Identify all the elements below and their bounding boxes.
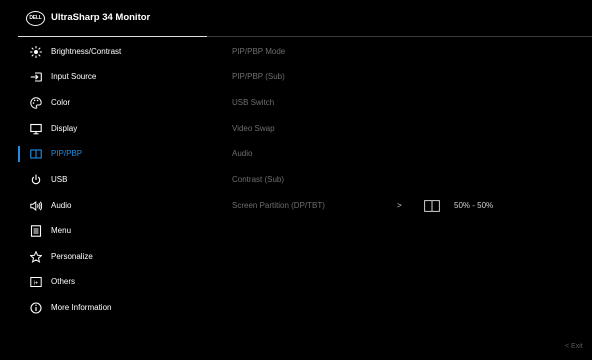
menu-icon [30,225,42,237]
menu-item-menu[interactable]: Menu [0,221,210,241]
menu-item-label: Menu [51,226,72,235]
osd-header: DELL UltraSharp 34 Monitor [0,0,592,36]
screen-partition-value: 50% - 50% [454,201,494,210]
submenu-item-pip-pbp-sub[interactable]: PIP/PBP (Sub) [232,67,592,87]
pip-pbp-icon [30,148,42,160]
menu-item-label: Input Source [51,72,97,81]
header-divider-right [207,36,592,37]
menu-item-color[interactable]: Color [0,93,210,113]
menu-item-label: More Information [51,303,112,312]
menu-item-pip-pbp[interactable]: PIP/PBP [0,144,210,164]
submenu-item-label: Contrast (Sub) [232,175,285,184]
submenu-item-label: Audio [232,149,253,158]
display-icon [30,123,42,135]
usb-icon [30,174,42,186]
menu-item-label: Audio [51,201,72,210]
svg-text:i+: i+ [34,281,38,287]
dell-logo: DELL [26,11,45,26]
header-divider-left [18,36,207,37]
input-source-icon [30,71,42,83]
menu-item-label: Others [51,277,76,286]
menu-item-label: Brightness/Contrast [51,47,122,56]
palette-icon [30,97,42,109]
menu-item-usb[interactable]: USB [0,170,210,190]
submenu-item-video-swap[interactable]: Video Swap [232,119,592,139]
submenu-item-pip-pbp-mode[interactable]: PIP/PBP Mode [232,42,592,62]
submenu-item-screen-partition[interactable]: Screen Partition (DP/TBT) > 50% - 50% [232,196,592,216]
monitor-title: UltraSharp 34 Monitor [51,12,151,23]
submenu-item-label: Video Swap [232,124,275,133]
menu-item-display[interactable]: Display [0,119,210,139]
menu-item-label: Color [51,98,71,107]
menu-item-label: Personalize [51,252,93,261]
others-icon: i+ [30,276,42,288]
star-icon [30,251,42,263]
menu-item-label: USB [51,175,68,184]
submenu-item-label: Screen Partition (DP/TBT) [232,201,325,210]
submenu-item-contrast-sub[interactable]: Contrast (Sub) [232,170,592,190]
menu-item-label: PIP/PBP [51,149,83,158]
menu-item-others[interactable]: i+ Others [0,272,210,292]
menu-item-personalize[interactable]: Personalize [0,247,210,267]
sun-icon [30,46,42,58]
submenu-item-label: USB Switch [232,98,275,107]
menu-item-input-source[interactable]: Input Source [0,67,210,87]
submenu-item-audio[interactable]: Audio [232,144,592,164]
speaker-icon [30,200,42,212]
split-screen-icon [424,200,440,212]
active-indicator [18,146,20,162]
menu-item-more-information[interactable]: More Information [0,298,210,318]
exit-button[interactable]: < Exit [565,342,583,352]
chevron-right-icon: > [397,201,402,210]
submenu-item-label: PIP/PBP Mode [232,47,286,56]
info-icon [30,302,42,314]
submenu-item-label: PIP/PBP (Sub) [232,72,285,81]
menu-item-brightness-contrast[interactable]: Brightness/Contrast [0,42,210,62]
submenu-item-usb-switch[interactable]: USB Switch [232,93,592,113]
menu-item-label: Display [51,124,78,133]
menu-item-audio[interactable]: Audio [0,196,210,216]
